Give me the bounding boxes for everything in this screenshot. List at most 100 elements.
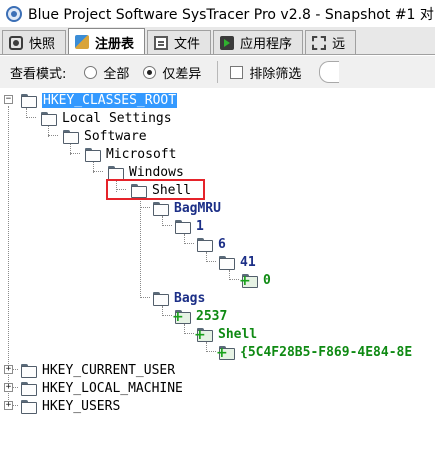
tree-node-hkey-current-user[interactable]: HKEY_CURRENT_USER [21,361,175,379]
folder-icon [41,112,57,126]
folder-icon [21,382,37,396]
tree-node-6[interactable]: 6 [197,235,226,253]
radio-diff-only[interactable] [143,65,157,79]
added-folder-icon: + [194,328,213,342]
tree-node-software[interactable]: Software [63,127,147,145]
tab-snapshots[interactable]: 快照 [2,30,67,54]
registry-icon [75,35,90,49]
folder-icon [21,400,37,414]
tree-node-label: HKEY_LOCAL_MACHINE [42,380,183,396]
added-folder-icon: + [172,310,191,324]
tree-node-label: Windows [129,164,184,180]
tab-applications[interactable]: 应用程序 [213,30,304,54]
window-title: Blue Project Software SysTracer Pro v2.8… [28,6,435,23]
tree-node-41[interactable]: 41 [219,253,256,271]
tree-node-bagmru[interactable]: BagMRU [153,199,221,217]
folder-icon [21,364,37,378]
tree-node-label: Local Settings [62,110,172,126]
tree-line [206,261,216,262]
tree-node-hkey-local-machine[interactable]: HKEY_LOCAL_MACHINE [21,379,183,397]
tree-line [184,243,194,244]
tree-line [48,135,58,136]
tree-node-label: HKEY_CURRENT_USER [42,362,176,378]
tree-line [93,171,103,172]
tree-node-label: Bags [174,290,206,306]
tree-node-label: Shell [218,326,258,342]
tab-remote[interactable]: 远 [305,30,357,54]
view-mode-toolbar: 查看模式: 全部 仅差异 排除筛选 [0,56,435,88]
tab-registry[interactable]: 注册表 [68,28,146,54]
folder-icon [108,166,124,180]
radio-diff-only-label[interactable]: 仅差异 [162,63,201,82]
title-bar: Blue Project Software SysTracer Pro v2.8… [0,0,435,27]
view-mode-label: 查看模式: [10,66,67,82]
tree-line [140,198,141,298]
tree-node-label: Software [84,128,147,144]
tab-bar: 快照 注册表 文件 应用程序 远 [0,27,435,55]
tree-node-label: 0 [263,272,271,288]
tree-node-shell-added[interactable]: + Shell [194,325,258,343]
tree-line [26,117,36,118]
exclude-filter-label[interactable]: 排除筛选 [249,63,301,82]
tab-label: 文件 [174,37,201,52]
tree-node-label: {5C4F28B5-F869-4E84-8E [240,344,413,360]
tree-node-label: 1 [196,218,204,234]
folder-icon [85,148,101,162]
folder-icon [153,202,169,216]
folder-icon [63,130,79,144]
folder-icon [197,238,213,252]
expand-toggle[interactable]: + [4,401,13,410]
tree-node-hkey-classes-root[interactable]: HKEY_CLASSES_ROOT [21,91,178,109]
tree-node-1[interactable]: 1 [175,217,204,235]
tab-label: 应用程序 [240,37,293,52]
tree-line [26,108,27,118]
app-icon [220,35,235,50]
tree-line [229,279,239,280]
radio-all-label[interactable]: 全部 [103,63,129,82]
tree-line [140,297,150,298]
expand-toggle[interactable]: + [4,383,13,392]
file-icon [154,35,169,50]
red-annotation-box [106,179,205,200]
tree-node-label: HKEY_USERS [42,398,121,414]
tree-line [184,333,194,334]
expand-toggle[interactable]: + [4,365,13,374]
tab-label: 注册表 [95,36,135,52]
tree-node-label: 6 [218,236,226,252]
tree-node-local-settings[interactable]: Local Settings [41,109,172,127]
tree-node-bags[interactable]: Bags [153,289,205,307]
toolbar-separator [217,61,219,83]
tree-node-label: Microsoft [106,146,177,162]
remote-icon [312,35,327,50]
exclude-filter-checkbox[interactable] [230,65,244,79]
tree-node-hkey-users[interactable]: HKEY_USERS [21,397,120,415]
tree-line [140,207,150,208]
radio-all[interactable] [84,65,98,79]
search-field-edge[interactable] [319,61,340,83]
registry-tree: − + + + HKEY_CLASSES_ROOT Local Settings… [0,88,435,466]
tree-node-label: HKEY_CLASSES_ROOT [42,92,178,108]
tree-line [206,351,216,352]
tree-node-microsoft[interactable]: Microsoft [85,145,176,163]
tree-line [162,225,172,226]
tree-node-guid[interactable]: + {5C4F28B5-F869-4E84-8E [216,343,413,361]
tab-label: 快照 [29,37,56,52]
tree-node-0[interactable]: + 0 [239,271,271,289]
tree-line [70,153,80,154]
folder-icon [153,292,169,306]
tree-node-label: 2537 [196,308,228,324]
tab-files[interactable]: 文件 [147,30,212,54]
added-folder-icon: + [216,346,235,360]
tree-line [162,315,172,316]
tree-node-label: BagMRU [174,200,221,216]
camera-icon [9,35,23,50]
tab-label: 远 [332,37,346,52]
folder-icon [219,256,235,270]
collapse-toggle[interactable]: − [4,95,13,104]
tree-node-label: 41 [240,254,256,270]
tree-node-2537[interactable]: + 2537 [172,307,228,325]
folder-icon [175,220,191,234]
tree-line [8,106,9,406]
added-folder-icon: + [239,274,258,288]
systracer-app-icon [6,5,22,22]
